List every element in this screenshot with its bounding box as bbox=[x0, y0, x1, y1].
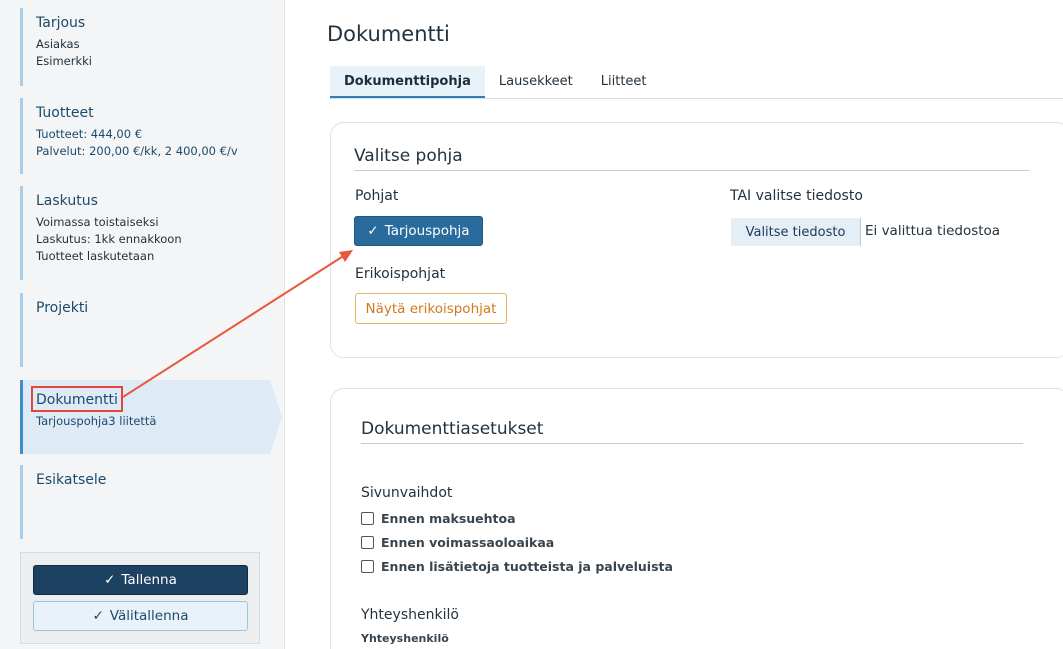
check-icon: ✓ bbox=[367, 223, 379, 239]
page-breaks-label: Sivunvaihdot bbox=[361, 485, 453, 501]
divider bbox=[361, 443, 1023, 444]
template-option-button[interactable]: ✓ Tarjouspohja bbox=[354, 216, 483, 246]
step-title: Laskutus bbox=[36, 193, 98, 209]
choose-file-button[interactable]: Valitse tiedosto bbox=[731, 218, 861, 246]
step-projekti[interactable]: Projekti bbox=[20, 293, 270, 367]
step-detail: Tuotteet laskutetaan bbox=[36, 249, 155, 263]
save-button-label: Tallenna bbox=[121, 572, 177, 588]
step-tarjous[interactable]: Tarjous Asiakas Esimerkki bbox=[20, 8, 270, 86]
step-detail: Tuotteet: 444,00 € bbox=[36, 127, 143, 141]
step-detail: Asiakas bbox=[36, 37, 80, 51]
step-detail: Palvelut: 200,00 €/kk, 2 400,00 €/v bbox=[36, 144, 238, 158]
contact-person-sublabel: Yhteyshenkilö bbox=[361, 632, 449, 645]
document-settings-heading: Dokumenttiasetukset bbox=[361, 419, 544, 439]
contact-person-label: Yhteyshenkilö bbox=[361, 607, 459, 623]
file-select-label: TAI valitse tiedosto bbox=[730, 188, 863, 204]
step-title: Tarjous bbox=[36, 15, 86, 31]
step-title: Esikatsele bbox=[36, 472, 107, 488]
annotation-highlight-box bbox=[31, 386, 123, 412]
step-esikatsele[interactable]: Esikatsele bbox=[20, 465, 270, 539]
step-title: Tuotteet bbox=[36, 105, 94, 121]
save-draft-button[interactable]: ✓ Välitallenna bbox=[33, 601, 248, 631]
checkbox-label: Ennen lisätietoja tuotteista ja palvelui… bbox=[381, 559, 673, 574]
check-icon: ✓ bbox=[92, 608, 104, 624]
checkbox-label: Ennen voimassaoloaikaa bbox=[381, 535, 555, 550]
checkbox[interactable] bbox=[361, 560, 374, 573]
special-templates-label: Erikoispohjat bbox=[355, 266, 446, 282]
sidebar: Tarjous Asiakas Esimerkki Tuotteet Tuott… bbox=[0, 0, 285, 649]
checkbox-label: Ennen maksuehtoa bbox=[381, 511, 516, 526]
show-special-templates-button[interactable]: Näytä erikoispohjat bbox=[355, 293, 507, 324]
tab-dokumenttipohja[interactable]: Dokumenttipohja bbox=[330, 66, 485, 98]
step-title: Projekti bbox=[36, 300, 89, 316]
checkbox[interactable] bbox=[361, 512, 374, 525]
file-status-text: Ei valittua tiedostoa bbox=[865, 223, 1001, 239]
step-detail: Laskutus: 1kk ennakkoon bbox=[36, 232, 182, 246]
template-card-heading: Valitse pohja bbox=[354, 146, 463, 166]
template-option-label: Tarjouspohja bbox=[384, 223, 470, 239]
step-laskutus[interactable]: Laskutus Voimassa toistaiseksi Laskutus:… bbox=[20, 186, 270, 280]
save-panel: ✓ Tallenna ✓ Välitallenna bbox=[20, 552, 260, 644]
tab-bar: Dokumenttipohja Lausekkeet Liitteet bbox=[330, 66, 1063, 99]
checkbox-before-additional-info[interactable]: Ennen lisätietoja tuotteista ja palvelui… bbox=[361, 559, 673, 574]
checkbox-before-validity[interactable]: Ennen voimassaoloaikaa bbox=[361, 535, 554, 550]
save-button[interactable]: ✓ Tallenna bbox=[33, 565, 248, 595]
tab-lausekkeet[interactable]: Lausekkeet bbox=[485, 66, 587, 98]
divider bbox=[354, 170, 1029, 171]
step-detail: Voimassa toistaiseksi bbox=[36, 215, 159, 229]
tab-liitteet[interactable]: Liitteet bbox=[587, 66, 661, 98]
step-detail: Esimerkki bbox=[36, 54, 92, 68]
templates-label: Pohjat bbox=[355, 188, 399, 204]
page-title: Dokumentti bbox=[327, 22, 450, 46]
check-icon: ✓ bbox=[104, 572, 116, 588]
step-detail: Tarjouspohja3 liitettä bbox=[36, 414, 157, 428]
save-draft-button-label: Välitallenna bbox=[109, 608, 189, 624]
checkbox[interactable] bbox=[361, 536, 374, 549]
step-tuotteet[interactable]: Tuotteet Tuotteet: 444,00 € Palvelut: 20… bbox=[20, 98, 270, 174]
checkbox-before-payment-terms[interactable]: Ennen maksuehtoa bbox=[361, 511, 516, 526]
